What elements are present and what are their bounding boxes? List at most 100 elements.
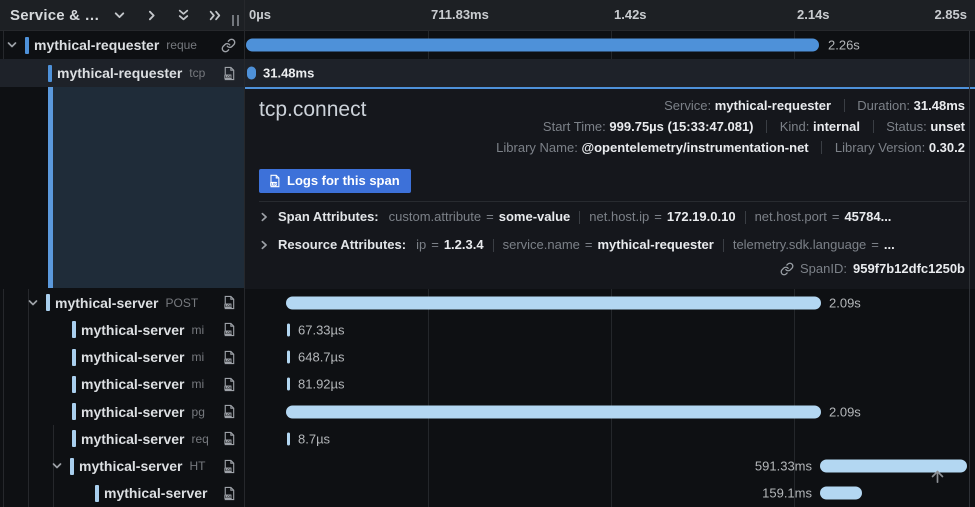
chevron-down-icon[interactable]: [113, 9, 126, 22]
svg-text:LOG: LOG: [225, 75, 233, 79]
column-header-title[interactable]: Service & …: [10, 7, 100, 24]
scroll-to-top-icon[interactable]: [929, 468, 946, 485]
span-bar[interactable]: [287, 351, 290, 364]
span-id-link[interactable]: SpanID: 959f7b12dfc1250b: [780, 261, 965, 276]
span-bar[interactable]: [286, 405, 821, 418]
span-duration-label: 648.7µs: [298, 350, 345, 365]
svg-text:LOG: LOG: [271, 182, 278, 186]
expander-icon[interactable]: [6, 39, 18, 51]
span-row[interactable]: mythical-server mi LOG 81.92µs: [0, 371, 975, 398]
meta-line-3: Library Name: @opentelemetry/instrumenta…: [496, 137, 965, 158]
trace-viewer: Service & … 0µs 711.83ms 1.42s 2.14s 2.8…: [0, 0, 975, 507]
span-log-icon[interactable]: LOG: [222, 350, 236, 365]
service-label: Service:: [664, 98, 711, 113]
span-log-icon[interactable]: LOG: [222, 486, 236, 501]
span-name[interactable]: mythical-requester: [57, 65, 182, 81]
span-name[interactable]: mythical-server: [55, 295, 159, 311]
span-duration-label: 2.09s: [829, 404, 861, 419]
chevron-right-icon[interactable]: [259, 240, 269, 250]
span-row[interactable]: mythical-server LOG 159.1ms: [0, 480, 975, 507]
span-row[interactable]: mythical-requester reque 2.26s: [0, 31, 975, 59]
span-log-icon[interactable]: LOG: [222, 404, 236, 419]
svg-text:LOG: LOG: [225, 359, 233, 363]
kind-value: internal: [813, 119, 860, 134]
span-row[interactable]: mythical-server pg LOG 2.09s: [0, 398, 975, 425]
span-attributes-label[interactable]: Span Attributes:: [278, 209, 379, 224]
span-log-icon[interactable]: LOG: [222, 66, 236, 81]
span-detail-title: tcp.connect: [259, 98, 366, 122]
logs-button-label: Logs for this span: [287, 173, 400, 188]
attribute-pair: custom.attribute=some-value: [389, 209, 571, 224]
span-name[interactable]: mythical-server: [79, 458, 183, 474]
start-time-value: 999.75µs (15:33:47.081): [609, 119, 753, 134]
span-name[interactable]: mythical-server: [104, 485, 208, 501]
collapse-all-icon[interactable]: [177, 9, 190, 22]
span-bar[interactable]: [287, 323, 290, 336]
span-operation-label: mi: [192, 323, 218, 337]
span-color-indicator: [46, 294, 50, 311]
chevron-right-icon[interactable]: [259, 212, 269, 222]
span-bar[interactable]: [247, 67, 256, 80]
detail-left-gutter: [0, 87, 245, 289]
span-operation-label: mi: [192, 377, 218, 391]
span-bar[interactable]: [820, 487, 862, 500]
span-rows: mythical-server POST LOG 2.09s mythical-…: [0, 289, 975, 507]
span-name[interactable]: mythical-server: [81, 322, 185, 338]
svg-text:LOG: LOG: [225, 413, 233, 417]
span-bar[interactable]: [287, 378, 290, 391]
span-row[interactable]: mythical-server HT LOG 591.33ms: [0, 453, 975, 480]
span-log-icon[interactable]: LOG: [222, 431, 236, 446]
span-color-indicator: [72, 321, 76, 338]
svg-text:LOG: LOG: [225, 495, 233, 499]
span-row[interactable]: mythical-server mi LOG 648.7µs: [0, 344, 975, 371]
expander-icon[interactable]: [27, 297, 39, 309]
column-resize-handle[interactable]: [232, 15, 239, 26]
span-name[interactable]: mythical-server: [81, 349, 185, 365]
tick-label: 0µs: [249, 7, 271, 22]
header-bar: Service & … 0µs 711.83ms 1.42s 2.14s 2.8…: [0, 0, 975, 31]
logs-for-span-button[interactable]: LOG Logs for this span: [259, 169, 411, 193]
span-operation-label: reque: [166, 38, 217, 52]
divider: [259, 201, 967, 202]
span-link-icon[interactable]: [221, 38, 236, 53]
span-row[interactable]: mythical-server req LOG 8.7µs: [0, 425, 975, 452]
span-operation-label: POST: [166, 296, 218, 310]
span-name[interactable]: mythical-requester: [34, 37, 159, 53]
link-icon: [780, 262, 794, 276]
chevron-right-icon[interactable]: [145, 9, 158, 22]
span-operation-label: pg: [192, 405, 218, 419]
span-row[interactable]: mythical-server mi LOG 67.33µs: [0, 316, 975, 343]
attribute-pair: net.host.ip=172.19.0.10: [589, 209, 735, 224]
expand-all-icon[interactable]: [209, 9, 222, 22]
library-version-label: Library Version:: [835, 140, 925, 155]
tick-label: 2.14s: [797, 7, 830, 22]
library-version-value: 0.30.2: [929, 140, 965, 155]
attribute-pair: ip=1.2.3.4: [416, 237, 483, 252]
span-name[interactable]: mythical-server: [81, 404, 185, 420]
expander-icon[interactable]: [51, 460, 63, 472]
duration-value: 31.48ms: [914, 98, 965, 113]
attribute-pair: service.name=mythical-requester: [503, 237, 714, 252]
span-bar[interactable]: [286, 296, 821, 309]
span-meta: Service: mythical-requester Duration: 31…: [496, 95, 965, 158]
span-log-icon[interactable]: LOG: [222, 459, 236, 474]
svg-text:LOG: LOG: [225, 386, 233, 390]
tick-label: 2.85s: [934, 7, 967, 22]
span-row[interactable]: mythical-server POST LOG 2.09s: [0, 289, 975, 316]
span-row-selected[interactable]: mythical-requester tcp LOG 31.48ms: [0, 59, 975, 87]
sidebar-header: Service & …: [0, 0, 245, 30]
svg-text:LOG: LOG: [225, 441, 233, 445]
span-duration-label: 2.09s: [829, 295, 861, 310]
span-log-icon[interactable]: LOG: [222, 322, 236, 337]
library-name-value: @opentelemetry/instrumentation-net: [581, 140, 808, 155]
span-color-indicator: [95, 485, 99, 502]
span-name[interactable]: mythical-server: [81, 376, 185, 392]
span-color-indicator: [72, 376, 76, 393]
attribute-pair: net.host.port=45784...: [755, 209, 892, 224]
span-bar[interactable]: [246, 39, 819, 52]
span-log-icon[interactable]: LOG: [222, 295, 236, 310]
resource-attributes-label[interactable]: Resource Attributes:: [278, 237, 406, 252]
span-log-icon[interactable]: LOG: [222, 377, 236, 392]
span-bar[interactable]: [287, 432, 290, 445]
span-name[interactable]: mythical-server: [81, 431, 185, 447]
